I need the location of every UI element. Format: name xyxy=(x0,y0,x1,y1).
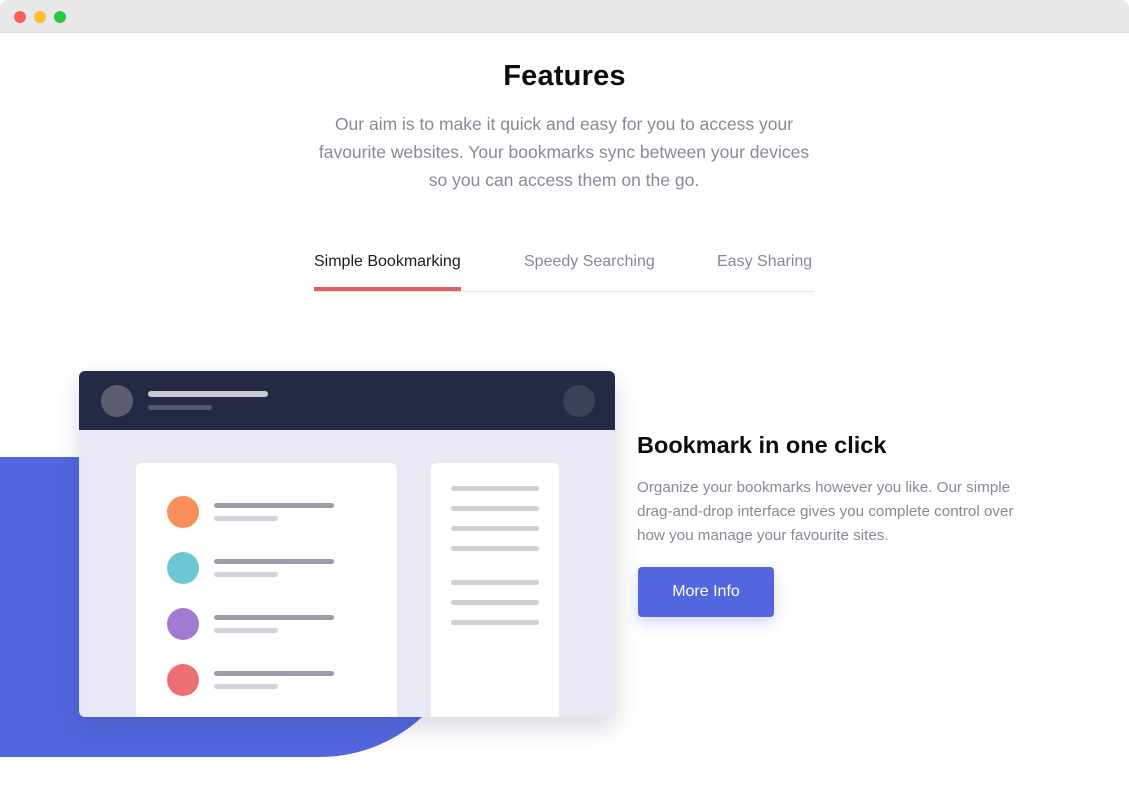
bookmark-dot-icon xyxy=(167,664,199,696)
bookmark-subline xyxy=(214,572,278,577)
illustration-side-panel xyxy=(431,463,559,717)
tab-easy-sharing[interactable]: Easy Sharing xyxy=(717,253,812,285)
illustration-bookmark-row xyxy=(167,496,367,532)
bookmark-line xyxy=(214,615,334,620)
maximize-window-button[interactable] xyxy=(54,11,66,23)
bookmark-subline xyxy=(214,628,278,633)
side-panel-line xyxy=(451,600,539,605)
illustration-header xyxy=(79,371,615,430)
illustration-bookmark-row xyxy=(167,608,367,644)
window-titlebar xyxy=(0,0,1129,33)
illustration-bookmark-list xyxy=(136,463,397,717)
illustration-menu-circle xyxy=(563,385,595,417)
illustration-subtitle-line xyxy=(148,405,212,410)
tab-speedy-searching[interactable]: Speedy Searching xyxy=(524,253,655,285)
bookmark-line xyxy=(214,559,334,564)
bookmark-illustration xyxy=(79,371,615,717)
bookmark-line xyxy=(214,671,334,676)
bookmark-line xyxy=(214,503,334,508)
side-panel-line xyxy=(451,580,539,585)
tab-simple-bookmarking[interactable]: Simple Bookmarking xyxy=(314,253,461,291)
illustration-bookmark-row xyxy=(167,664,367,700)
minimize-window-button[interactable] xyxy=(34,11,46,23)
features-intro: Our aim is to make it quick and easy for… xyxy=(318,114,810,190)
features-heading: Features xyxy=(503,60,626,92)
illustration-bookmark-row xyxy=(167,552,367,588)
illustration-avatar xyxy=(101,385,133,417)
illustration-title-line xyxy=(148,391,268,397)
bookmark-dot-icon xyxy=(167,552,199,584)
bookmark-subline xyxy=(214,684,278,689)
side-panel-line xyxy=(451,526,539,531)
feature-title: Bookmark in one click xyxy=(637,432,887,458)
side-panel-line xyxy=(451,546,539,551)
feature-description: Organize your bookmarks however you like… xyxy=(637,479,1014,544)
side-panel-line xyxy=(451,486,539,491)
bookmark-dot-icon xyxy=(167,608,199,640)
close-window-button[interactable] xyxy=(14,11,26,23)
bookmark-subline xyxy=(214,516,278,521)
side-panel-line xyxy=(451,620,539,625)
more-info-button[interactable]: More Info xyxy=(638,567,774,617)
feature-tabs: Simple Bookmarking Speedy Searching Easy… xyxy=(314,240,814,292)
bookmark-dot-icon xyxy=(167,496,199,528)
side-panel-line xyxy=(451,506,539,511)
